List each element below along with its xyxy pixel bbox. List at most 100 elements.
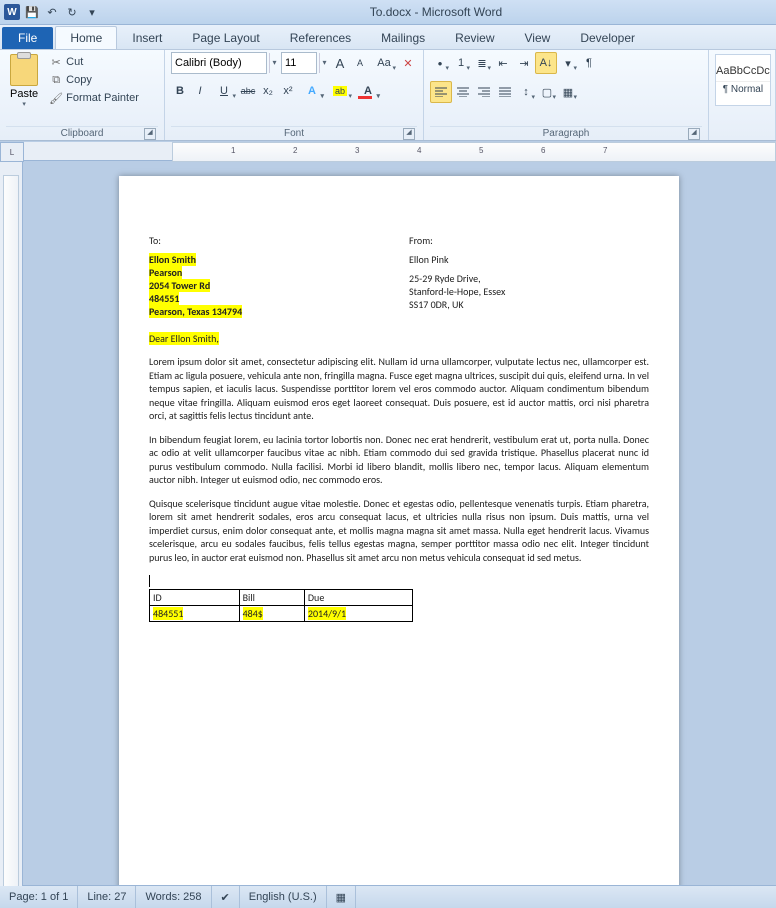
grow-font-button[interactable]: A xyxy=(331,53,349,73)
tab-file[interactable]: File xyxy=(2,27,53,49)
clear-formatting-button[interactable]: ✕ xyxy=(399,53,417,73)
status-bar: Page: 1 of 1 Line: 27 Words: 258 ✔ Engli… xyxy=(0,885,776,908)
decrease-indent-button[interactable]: ⇤ xyxy=(493,53,513,73)
font-color-button[interactable]: A xyxy=(355,81,381,101)
to-block: To: Ellon Smith Pearson 2054 Tower Rd 48… xyxy=(149,234,389,318)
align-right-button[interactable] xyxy=(474,82,494,102)
tab-review[interactable]: Review xyxy=(440,26,509,49)
th-due: Due xyxy=(304,590,412,606)
italic-button[interactable]: I xyxy=(191,81,209,101)
scissors-icon: ✂ xyxy=(49,55,63,69)
td-bill: 484$ xyxy=(243,607,263,620)
font-name-dropdown-icon[interactable]: ▾ xyxy=(269,53,279,73)
ribbon-tabs: File Home Insert Page Layout References … xyxy=(0,25,776,50)
sort-button[interactable]: A↓ xyxy=(535,52,557,74)
font-color-swatch xyxy=(358,96,372,99)
proofing-icon: ✔ xyxy=(221,891,230,904)
status-words[interactable]: Words: 258 xyxy=(136,886,211,908)
redo-icon[interactable]: ↻ xyxy=(64,4,80,20)
bold-button[interactable]: B xyxy=(171,81,189,101)
status-page[interactable]: Page: 1 of 1 xyxy=(0,886,78,908)
subscript-button[interactable]: x₂ xyxy=(259,81,277,101)
status-proofing[interactable]: ✔ xyxy=(212,886,240,908)
paragraph-launcher[interactable]: ◢ xyxy=(688,128,700,140)
align-center-icon xyxy=(457,87,469,97)
macro-icon: ▦ xyxy=(336,891,346,904)
salutation: Dear Ellon Smith, xyxy=(149,332,219,345)
to-city: Pearson, Texas 134794 xyxy=(149,305,242,318)
horizontal-ruler[interactable]: 1 2 3 4 5 6 7 xyxy=(22,142,776,161)
paragraph-3: Quisque scelerisque tincidunt augue vita… xyxy=(149,497,649,565)
sort-field-button[interactable]: ▾ xyxy=(558,53,578,73)
window-title: To.docx - Microsoft Word xyxy=(100,5,772,19)
from-postcode: SS17 0DR, UK xyxy=(409,298,649,311)
tab-insert[interactable]: Insert xyxy=(117,26,177,49)
multilevel-button[interactable]: ≣ xyxy=(472,53,492,73)
table-row: ID Bill Due xyxy=(150,590,413,606)
shading-button[interactable]: ▢ xyxy=(537,82,557,102)
status-line[interactable]: Line: 27 xyxy=(78,886,136,908)
from-block: From: Ellon Pink 25-29 Ryde Drive, Stanf… xyxy=(409,234,649,318)
justify-button[interactable] xyxy=(495,82,515,102)
format-painter-button[interactable]: 🖌Format Painter xyxy=(46,90,142,106)
word-icon: W xyxy=(4,4,20,20)
save-icon[interactable]: 💾 xyxy=(24,4,40,20)
borders-button[interactable]: ▦ xyxy=(558,82,578,102)
align-left-icon xyxy=(435,87,447,97)
group-styles: AaBbCcDc ¶ Normal xyxy=(709,50,776,140)
align-center-button[interactable] xyxy=(453,82,473,102)
undo-icon[interactable]: ↶ xyxy=(44,4,60,20)
status-language[interactable]: English (U.S.) xyxy=(240,886,327,908)
highlight-button[interactable]: ab xyxy=(327,81,353,101)
to-code: 484551 xyxy=(149,292,179,305)
table-row: 484551 484$ 2014/9/1 xyxy=(150,606,413,622)
shrink-font-button[interactable]: A xyxy=(351,53,369,73)
tab-references[interactable]: References xyxy=(275,26,366,49)
tab-view[interactable]: View xyxy=(510,26,566,49)
copy-button[interactable]: ⧉Copy xyxy=(46,72,142,88)
font-size-select[interactable]: 11 xyxy=(281,52,317,74)
bullets-button[interactable]: • xyxy=(430,53,450,73)
status-macro[interactable]: ▦ xyxy=(327,886,356,908)
font-launcher[interactable]: ◢ xyxy=(403,128,415,140)
paragraph-1: Lorem ipsum dolor sit amet, consectetur … xyxy=(149,355,649,423)
text-effects-button[interactable]: A xyxy=(299,81,325,101)
superscript-button[interactable]: x² xyxy=(279,81,297,101)
from-city: Stanford-le-Hope, Essex xyxy=(409,285,649,298)
tab-mailings[interactable]: Mailings xyxy=(366,26,440,49)
strikethrough-button[interactable]: abc xyxy=(239,81,257,101)
style-normal[interactable]: AaBbCcDc ¶ Normal xyxy=(715,54,771,106)
font-size-dropdown-icon[interactable]: ▾ xyxy=(319,53,329,73)
cut-button[interactable]: ✂Cut xyxy=(46,54,142,70)
qat-dropdown-icon[interactable]: ▾ xyxy=(84,4,100,20)
tab-developer[interactable]: Developer xyxy=(565,26,650,49)
paragraph-2: In bibendum feugiat lorem, eu lacinia to… xyxy=(149,433,649,487)
td-due: 2014/9/1 xyxy=(308,607,346,620)
ruler-corner[interactable]: L xyxy=(0,142,24,162)
to-name: Ellon Smith xyxy=(149,253,196,266)
font-name-select[interactable]: Calibri (Body) xyxy=(171,52,267,74)
document-page[interactable]: To: Ellon Smith Pearson 2054 Tower Rd 48… xyxy=(119,176,679,886)
ribbon: Paste ▾ ✂Cut ⧉Copy 🖌Format Painter Clipb… xyxy=(0,50,776,141)
paste-icon xyxy=(10,54,38,86)
increase-indent-button[interactable]: ⇥ xyxy=(514,53,534,73)
to-label: To: xyxy=(149,234,389,247)
title-bar: W 💾 ↶ ↻ ▾ To.docx - Microsoft Word xyxy=(0,0,776,25)
clipboard-launcher[interactable]: ◢ xyxy=(144,128,156,140)
change-case-button[interactable]: Aa xyxy=(371,53,397,73)
th-id: ID xyxy=(150,590,240,606)
th-bill: Bill xyxy=(239,590,304,606)
numbering-button[interactable]: 1 xyxy=(451,53,471,73)
brush-icon: 🖌 xyxy=(49,91,63,105)
from-street: 25-29 Ryde Drive, xyxy=(409,272,649,285)
underline-button[interactable]: U xyxy=(211,81,237,101)
vertical-ruler[interactable] xyxy=(0,142,23,886)
tab-page-layout[interactable]: Page Layout xyxy=(177,26,274,49)
document-area[interactable]: 1 2 3 4 5 6 7 To: Ellon Smith Pearson 20… xyxy=(0,142,776,886)
line-spacing-button[interactable]: ↕ xyxy=(516,82,536,102)
tab-home[interactable]: Home xyxy=(55,26,117,49)
show-marks-button[interactable]: ¶ xyxy=(579,53,599,73)
ruler-scale: 1 2 3 4 5 6 7 xyxy=(172,142,776,162)
align-left-button[interactable] xyxy=(430,81,452,103)
paste-button[interactable]: Paste ▾ xyxy=(6,52,42,110)
